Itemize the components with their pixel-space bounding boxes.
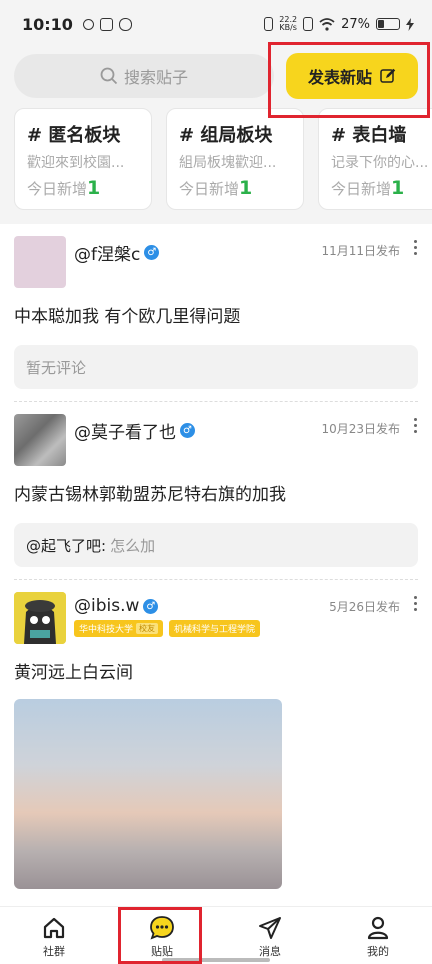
- school-tag: 华中科技大学 校友: [74, 620, 164, 637]
- nav-label: 社群: [43, 945, 65, 958]
- post-photo[interactable]: [14, 699, 282, 889]
- board-stat: 今日新增1: [27, 177, 139, 199]
- comment-box[interactable]: @起飞了吧: 怎么加: [14, 523, 418, 567]
- post-username[interactable]: @莫子看了也 ♂: [74, 418, 195, 443]
- user-tags: 华中科技大学 校友 机械科学与工程学院: [74, 620, 261, 637]
- battery-icon: [376, 18, 400, 30]
- board-title: # 匿名板块: [27, 125, 121, 146]
- board-stat-label: 今日新增: [27, 180, 88, 198]
- nav-label: 消息: [259, 945, 281, 958]
- post-item[interactable]: @莫子看了也 ♂ 10月23日发布 内蒙古锡林郭勒盟苏尼特右旗的加我 @起飞了吧…: [0, 402, 432, 580]
- notification-icons: [82, 17, 132, 31]
- wifi-icon: [319, 17, 335, 31]
- status-bar: 10:10 22.2 KB/s 27%: [0, 0, 432, 48]
- board-stat-label: 今日新增: [179, 180, 240, 198]
- comment-author[interactable]: @起飞了吧:: [26, 535, 106, 556]
- college-tag: 机械科学与工程学院: [169, 620, 261, 637]
- link-icon: [118, 17, 132, 31]
- board-title: # 组局板块: [179, 125, 273, 146]
- post-feed: @f涅槃c ♂ 11月11日发布 中本聪加我 有个欧几里得问题 暂无评论 @莫子…: [0, 224, 432, 889]
- board-card-anonymous[interactable]: # 匿名板块 歡迎來到校園... 今日新增1: [14, 108, 152, 210]
- search-bar[interactable]: 搜索贴子: [14, 54, 274, 98]
- new-post-label: 发表新贴: [307, 68, 372, 87]
- send-icon: [257, 915, 283, 941]
- board-card-group[interactable]: # 组局板块 組局板塊歡迎... 今日新增1: [166, 108, 304, 210]
- board-card-confession[interactable]: # 表白墙 记录下你的心... 今日新增1: [318, 108, 432, 210]
- post-username[interactable]: @f涅槃c ♂: [74, 240, 160, 265]
- new-post-button[interactable]: 发表新贴: [286, 53, 418, 99]
- board-cards: # 匿名板块 歡迎來到校園... 今日新增1 # 组局板块 組局板塊歡迎... …: [14, 108, 432, 210]
- nav-label: 贴贴: [151, 945, 173, 958]
- comment-box[interactable]: 暂无评论: [14, 345, 418, 389]
- nav-community[interactable]: 社群: [0, 907, 108, 964]
- comment-text: 怎么加: [110, 536, 156, 555]
- net-speed: 22.2 KB/s: [279, 16, 297, 32]
- nav-messages[interactable]: 消息: [216, 907, 324, 964]
- post-item[interactable]: @ibis.w ♂ 华中科技大学 校友 机械科学与工程学院 5月26日发布 黄河远…: [0, 580, 432, 889]
- post-username[interactable]: @ibis.w ♂: [74, 596, 260, 616]
- board-desc: 歡迎來到校園...: [27, 155, 125, 171]
- avatar[interactable]: [14, 414, 66, 466]
- school-tag-text: 华中科技大学: [79, 625, 134, 635]
- username-text: @f涅槃c: [74, 245, 141, 265]
- more-options-icon[interactable]: [414, 418, 418, 433]
- comment-text: 暂无评论: [26, 358, 87, 377]
- nav-profile[interactable]: 我的: [324, 907, 432, 964]
- home-icon: [41, 915, 67, 941]
- board-title: # 表白墙: [331, 125, 407, 146]
- status-right: 22.2 KB/s 27%: [264, 16, 414, 32]
- alumni-badge: 校友: [136, 623, 159, 634]
- username-text: @ibis.w: [74, 596, 140, 616]
- app-screen: 10:10 22.2 KB/s 27% 搜索贴子 发表新贴 # 匿名板块 歡迎來…: [0, 0, 432, 964]
- cat-avatar-icon: [14, 592, 66, 644]
- post-item[interactable]: @f涅槃c ♂ 11月11日发布 中本聪加我 有个欧几里得问题 暂无评论: [0, 224, 432, 402]
- chat-bubble-icon: [149, 915, 175, 941]
- post-date: 5月26日发布: [329, 600, 400, 614]
- male-gender-icon: ♂: [144, 245, 160, 260]
- post-text: 中本聪加我 有个欧几里得问题: [14, 307, 241, 327]
- more-options-icon[interactable]: [414, 596, 418, 611]
- board-stat: 今日新增1: [179, 177, 291, 199]
- username-text: @莫子看了也: [74, 423, 176, 443]
- college-tag-text: 机械科学与工程学院: [174, 625, 256, 635]
- avatar[interactable]: [14, 236, 66, 288]
- net-speed-unit: KB/s: [279, 23, 297, 32]
- mail-icon: [99, 17, 113, 31]
- post-header: @ibis.w ♂ 华中科技大学 校友 机械科学与工程学院 5月26日发布: [14, 580, 418, 644]
- battery-level: [378, 20, 384, 28]
- board-stat-value: 1: [391, 177, 405, 199]
- home-indicator[interactable]: [162, 958, 270, 962]
- post-date: 11月11日发布: [321, 244, 400, 258]
- person-icon: [365, 915, 391, 941]
- status-time: 10:10: [22, 14, 73, 34]
- avatar[interactable]: [14, 592, 66, 644]
- vibrate-icon: [264, 17, 274, 31]
- male-gender-icon: ♂: [180, 423, 195, 438]
- charging-icon: [406, 17, 414, 31]
- board-desc: 记录下你的心...: [331, 155, 429, 171]
- post-text: 内蒙古锡林郭勒盟苏尼特右旗的加我: [14, 485, 286, 505]
- post-header: @f涅槃c ♂ 11月11日发布: [14, 224, 418, 288]
- battery-percent: 27%: [341, 16, 370, 32]
- app-notification-icon: [82, 18, 94, 30]
- nav-posts[interactable]: 贴贴: [108, 907, 216, 964]
- search-icon: [100, 67, 118, 85]
- post-text: 黄河远上白云间: [14, 663, 133, 683]
- board-stat-value: 1: [239, 177, 253, 199]
- board-stat-label: 今日新增: [331, 180, 392, 198]
- bottom-nav: 社群 贴贴 消息 我的: [0, 906, 432, 964]
- user-info: @ibis.w ♂ 华中科技大学 校友 机械科学与工程学院: [66, 592, 261, 637]
- post-date: 10月23日发布: [321, 422, 400, 436]
- board-desc: 組局板塊歡迎...: [179, 155, 277, 171]
- board-stat-value: 1: [87, 177, 101, 199]
- edit-icon: [380, 68, 396, 83]
- nav-label: 我的: [367, 945, 389, 958]
- more-options-icon[interactable]: [414, 240, 418, 255]
- male-gender-icon: ♂: [143, 598, 159, 614]
- no-sim-icon: [303, 17, 314, 31]
- post-header: @莫子看了也 ♂ 10月23日发布: [14, 402, 418, 466]
- header-area: 搜索贴子 发表新贴 # 匿名板块 歡迎來到校園... 今日新增1 # 组局板块 …: [0, 48, 432, 224]
- board-stat: 今日新增1: [331, 177, 432, 199]
- search-placeholder: 搜索贴子: [123, 68, 188, 87]
